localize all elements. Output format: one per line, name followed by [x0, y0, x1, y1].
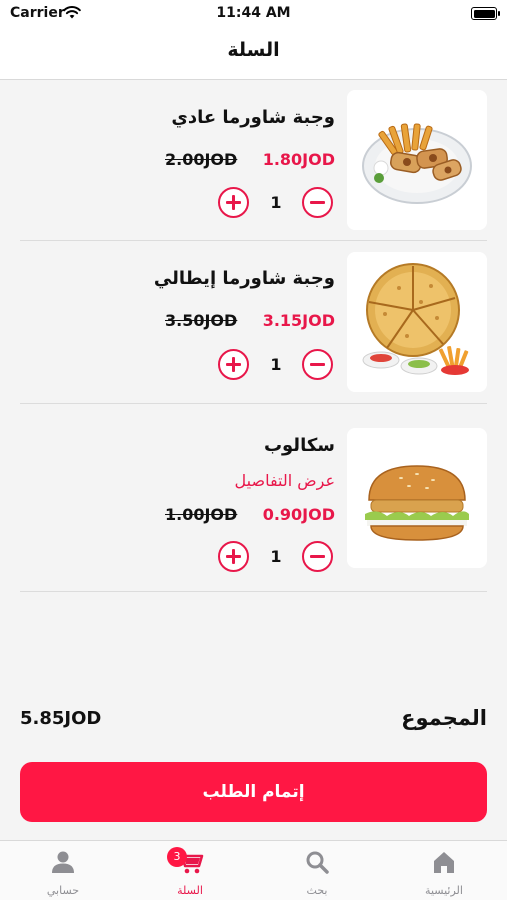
- item-old-price: 3.50JOD: [165, 311, 238, 330]
- cart-item: وجبة شاورما إيطالي 3.15JOD 3.50JOD 1: [20, 241, 487, 404]
- italian-shawarma-image: [347, 252, 487, 392]
- tab-cart[interactable]: 3 السلة: [127, 841, 253, 900]
- item-price: 0.90JOD: [262, 505, 335, 524]
- person-icon: [52, 851, 74, 873]
- tab-search[interactable]: بحث: [254, 841, 380, 900]
- shawarma-platter-image: [347, 90, 487, 230]
- cart-item: سكالوب عرض التفاصيل 0.90JOD 1.00JOD 1: [20, 404, 487, 592]
- tab-account[interactable]: حسابي: [0, 841, 126, 900]
- burger-image: [347, 428, 487, 568]
- item-old-price: 2.00JOD: [165, 150, 238, 169]
- item-name[interactable]: سكالوب: [264, 435, 335, 456]
- increase-quantity-button[interactable]: [218, 541, 249, 572]
- item-old-price: 1.00JOD: [165, 505, 238, 524]
- item-price: 1.80JOD: [262, 150, 335, 169]
- home-icon: [434, 852, 454, 873]
- battery-icon: [471, 7, 500, 20]
- item-name[interactable]: وجبة شاورما إيطالي: [154, 268, 335, 289]
- page-title: السلة: [227, 39, 280, 61]
- minus-icon: [310, 555, 325, 558]
- total-value: 5.85JOD: [20, 708, 102, 729]
- minus-icon: [310, 201, 325, 204]
- item-name[interactable]: وجبة شاورما عادي: [171, 107, 335, 128]
- tab-label: بحث: [306, 884, 328, 897]
- tab-label: السلة: [177, 884, 203, 897]
- checkout-button[interactable]: إتمام الطلب: [20, 762, 487, 822]
- cart-item: وجبة شاورما عادي 1.80JOD 2.00JOD 1: [20, 80, 487, 241]
- quantity-value: 1: [270, 547, 282, 566]
- increase-quantity-button[interactable]: [218, 349, 249, 380]
- item-price: 3.15JOD: [262, 311, 335, 330]
- nav-header: السلة: [0, 28, 507, 80]
- clock: 11:44 AM: [216, 5, 291, 21]
- tab-bar: حسابي 3 السلة بحث الرئيسية: [0, 840, 507, 900]
- quantity-value: 1: [270, 355, 282, 374]
- total-label: المجموع: [401, 706, 487, 730]
- tab-label: الرئيسية: [425, 884, 463, 897]
- status-bar: Carrier 11:44 AM: [0, 0, 507, 28]
- view-details-link[interactable]: عرض التفاصيل: [235, 471, 335, 490]
- decrease-quantity-button[interactable]: [302, 187, 333, 218]
- cart-count-badge: 3: [167, 847, 187, 867]
- decrease-quantity-button[interactable]: [302, 349, 333, 380]
- search-icon: [306, 851, 329, 874]
- minus-icon: [310, 363, 325, 366]
- quantity-value: 1: [270, 193, 282, 212]
- tab-home[interactable]: الرئيسية: [381, 841, 507, 900]
- tab-label: حسابي: [46, 884, 80, 897]
- increase-quantity-button[interactable]: [218, 187, 249, 218]
- decrease-quantity-button[interactable]: [302, 541, 333, 572]
